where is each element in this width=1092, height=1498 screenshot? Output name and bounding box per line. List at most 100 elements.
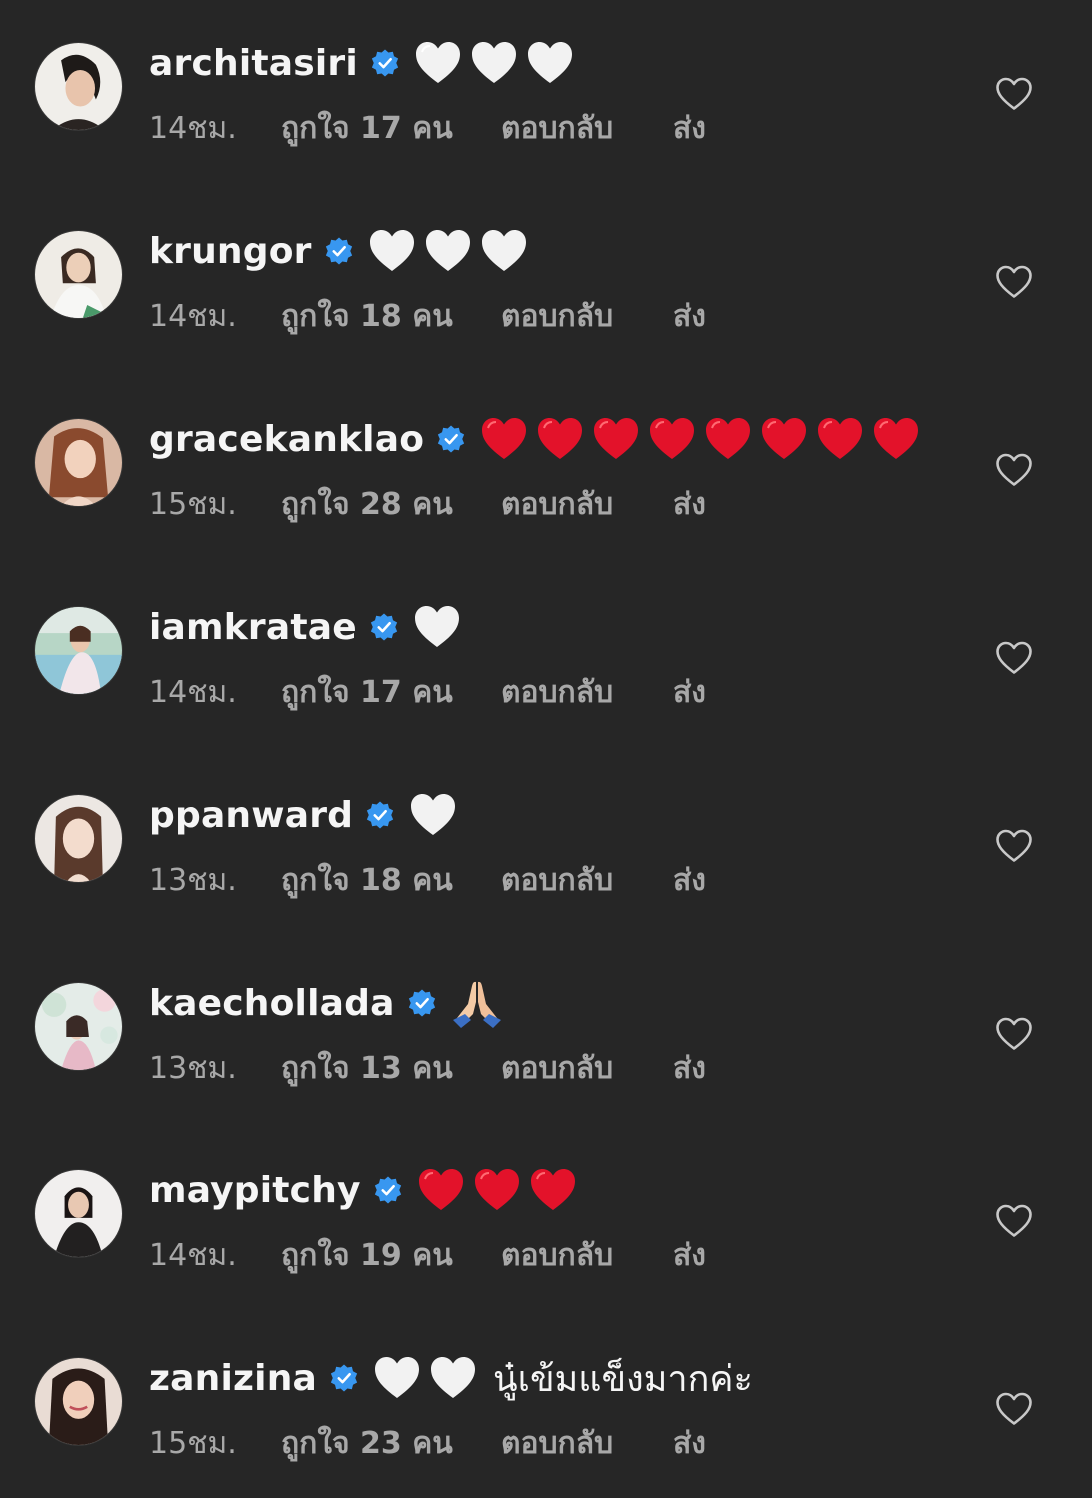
send-button[interactable]: ส่ง: [673, 481, 706, 528]
username[interactable]: maypitchy: [149, 1170, 361, 1211]
avatar[interactable]: [35, 1358, 122, 1445]
username[interactable]: kaechollada: [149, 983, 395, 1024]
send-button[interactable]: ส่ง: [673, 669, 706, 716]
emoji-group: [368, 228, 536, 274]
likes-count[interactable]: ถูกใจ 28 คน: [281, 481, 501, 528]
emoji-group: [417, 1167, 585, 1213]
heart-outline-icon[interactable]: [995, 1392, 1033, 1426]
heart-outline-icon[interactable]: [995, 77, 1033, 111]
avatar[interactable]: [35, 607, 122, 694]
comment-item: architasiri 14ชม. ถูกใจ 17 คน ตอบกลับ ส่…: [0, 0, 1092, 150]
send-button[interactable]: ส่ง: [673, 857, 706, 904]
verified-badge-icon: [365, 800, 395, 830]
reply-button[interactable]: ตอบกลับ: [501, 481, 673, 528]
red-heart-icon: [760, 416, 808, 462]
verified-badge-icon: [329, 1363, 359, 1393]
emoji-group: [409, 792, 465, 838]
avatar[interactable]: [35, 983, 122, 1070]
avatar[interactable]: [35, 1170, 122, 1257]
send-button[interactable]: ส่ง: [673, 1420, 706, 1467]
comment-item: iamkratae 14ชม. ถูกใจ 17 คน ตอบกลับ ส่ง: [0, 564, 1092, 714]
likes-count[interactable]: ถูกใจ 17 คน: [281, 669, 501, 716]
comment-item: kaechollada 13ชม. ถูกใจ 13 คน ตอบกลับ ส่…: [0, 940, 1092, 1090]
reply-button[interactable]: ตอบกลับ: [501, 1232, 673, 1279]
username[interactable]: iamkratae: [149, 607, 357, 648]
verified-badge-icon: [369, 612, 399, 642]
white-heart-icon: [526, 40, 574, 86]
emoji-group: [413, 604, 469, 650]
heart-outline-icon[interactable]: [995, 453, 1033, 487]
username[interactable]: krungor: [149, 231, 312, 272]
heart-outline-icon[interactable]: [995, 829, 1033, 863]
send-button[interactable]: ส่ง: [673, 1232, 706, 1279]
comment-item: gracekanklao 15ชม. ถูกใจ 28 คน ตอบกลับ ส…: [0, 376, 1092, 526]
reply-button[interactable]: ตอบกลับ: [501, 857, 673, 904]
comment-text: นู๋เข้มแข็งมากค่ะ: [493, 1358, 753, 1400]
white-heart-icon: [373, 1355, 421, 1401]
likes-count[interactable]: ถูกใจ 17 คน: [281, 105, 501, 152]
heart-outline-icon[interactable]: [995, 265, 1033, 299]
send-button[interactable]: ส่ง: [673, 1045, 706, 1092]
red-heart-icon: [704, 416, 752, 462]
red-heart-icon: [473, 1167, 521, 1213]
likes-count[interactable]: ถูกใจ 18 คน: [281, 293, 501, 340]
avatar[interactable]: [35, 231, 122, 318]
emoji-group: [480, 416, 928, 462]
white-heart-icon: [424, 228, 472, 274]
verified-badge-icon: [324, 236, 354, 266]
reply-button[interactable]: ตอบกลับ: [501, 105, 673, 152]
red-heart-icon: [529, 1167, 577, 1213]
comment-list: architasiri 14ชม. ถูกใจ 17 คน ตอบกลับ ส่…: [0, 0, 1092, 1498]
white-heart-icon: [409, 792, 457, 838]
username[interactable]: zanizina: [149, 1358, 317, 1399]
heart-outline-icon[interactable]: [995, 1017, 1033, 1051]
emoji-group: [451, 978, 503, 1028]
comment-item: maypitchy 14ชม. ถูกใจ 19 คน ตอบกลับ ส่ง: [0, 1127, 1092, 1277]
comment-time: 15ชม.: [149, 1425, 237, 1461]
red-heart-icon: [816, 416, 864, 462]
likes-count[interactable]: ถูกใจ 13 คน: [281, 1045, 501, 1092]
comment-time: 14ชม.: [149, 110, 237, 146]
red-heart-icon: [536, 416, 584, 462]
white-heart-icon: [368, 228, 416, 274]
avatar[interactable]: [35, 43, 122, 130]
verified-badge-icon: [370, 48, 400, 78]
send-button[interactable]: ส่ง: [673, 293, 706, 340]
avatar[interactable]: [35, 419, 122, 506]
comment-time: 13ชม.: [149, 862, 237, 898]
white-heart-icon: [480, 228, 528, 274]
username[interactable]: gracekanklao: [149, 419, 424, 460]
emoji-group: [373, 1355, 485, 1401]
red-heart-icon: [592, 416, 640, 462]
white-heart-icon: [414, 40, 462, 86]
reply-button[interactable]: ตอบกลับ: [501, 669, 673, 716]
reply-button[interactable]: ตอบกลับ: [501, 1045, 673, 1092]
send-button[interactable]: ส่ง: [673, 105, 706, 152]
verified-badge-icon: [373, 1175, 403, 1205]
white-heart-icon: [470, 40, 518, 86]
comment-item: ppanward 13ชม. ถูกใจ 18 คน ตอบกลับ ส่ง: [0, 752, 1092, 902]
red-heart-icon: [872, 416, 920, 462]
heart-outline-icon[interactable]: [995, 1204, 1033, 1238]
verified-badge-icon: [407, 988, 437, 1018]
likes-count[interactable]: ถูกใจ 18 คน: [281, 857, 501, 904]
white-heart-icon: [413, 604, 461, 650]
username[interactable]: architasiri: [149, 43, 358, 84]
red-heart-icon: [648, 416, 696, 462]
red-heart-icon: [417, 1167, 465, 1213]
comment-time: 14ชม.: [149, 298, 237, 334]
heart-outline-icon[interactable]: [995, 641, 1033, 675]
white-heart-icon: [429, 1355, 477, 1401]
comment-time: 14ชม.: [149, 674, 237, 710]
username[interactable]: ppanward: [149, 795, 353, 836]
folded-hands-icon: [451, 978, 503, 1028]
likes-count[interactable]: ถูกใจ 19 คน: [281, 1232, 501, 1279]
comment-item: krungor 14ชม. ถูกใจ 18 คน ตอบกลับ ส่ง: [0, 188, 1092, 338]
emoji-group: [414, 40, 582, 86]
likes-count[interactable]: ถูกใจ 23 คน: [281, 1420, 501, 1467]
verified-badge-icon: [436, 424, 466, 454]
comment-time: 13ชม.: [149, 1050, 237, 1086]
reply-button[interactable]: ตอบกลับ: [501, 293, 673, 340]
avatar[interactable]: [35, 795, 122, 882]
reply-button[interactable]: ตอบกลับ: [501, 1420, 673, 1467]
